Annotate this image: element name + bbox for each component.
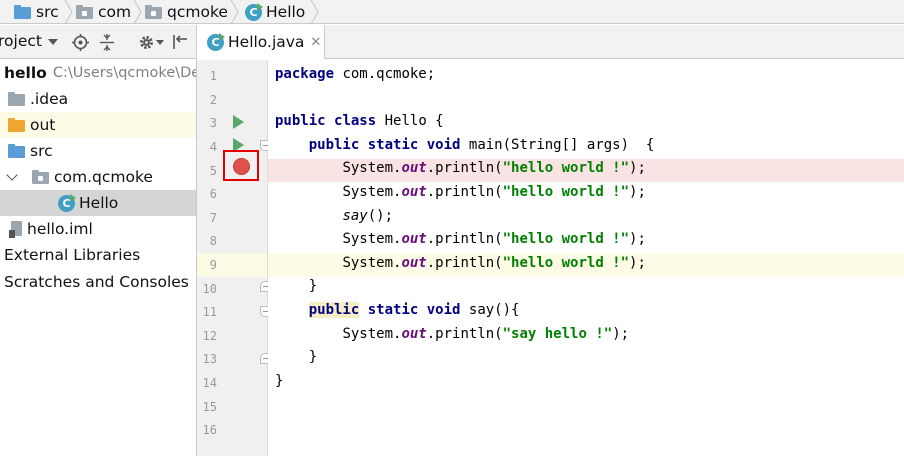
folder-icon xyxy=(14,5,31,19)
expand-chevron-icon[interactable] xyxy=(6,169,18,181)
tree-item-label: com.qcmoke xyxy=(54,168,153,186)
module-file-icon xyxy=(9,220,23,238)
tree-item-out[interactable]: out xyxy=(0,112,196,138)
tree-item-label: hello.iml xyxy=(27,220,93,238)
code-line-12: System.out.println("say hello !"); xyxy=(342,325,630,342)
code-line-14: } xyxy=(275,372,284,389)
line-number: 11 xyxy=(202,305,217,319)
code-line-10: } xyxy=(308,278,318,295)
dropdown-arrow-icon[interactable] xyxy=(48,38,58,46)
breadcrumb-item-com[interactable]: com xyxy=(76,0,131,24)
breadcrumb-label: com xyxy=(98,3,132,21)
line-number: 6 xyxy=(209,187,217,201)
breadcrumb-separator-icon xyxy=(133,0,142,24)
tree-item-label: src xyxy=(30,142,53,160)
hide-panel-button[interactable] xyxy=(170,32,190,52)
package-icon xyxy=(145,5,162,19)
tree-item-root[interactable]: hello C:\Users\qcmoke\De xyxy=(0,60,196,86)
tree-item-path: C:\Users\qcmoke\De xyxy=(52,65,196,81)
breadcrumb-item-hello[interactable]: C Hello xyxy=(245,0,305,24)
tree-item-label: out xyxy=(30,116,56,134)
line-number: 3 xyxy=(209,116,217,130)
line-number: 14 xyxy=(202,376,217,390)
line-number: 8 xyxy=(209,234,217,248)
editor-tab-hello-java[interactable]: C Hello.java ✕ xyxy=(197,25,325,59)
locate-file-button[interactable] xyxy=(70,32,90,52)
line-number: 7 xyxy=(209,211,217,225)
java-class-icon: C xyxy=(245,2,263,21)
folder-icon xyxy=(8,118,25,132)
line-number: 5 xyxy=(209,164,217,178)
breadcrumb-label: qcmoke xyxy=(167,3,228,21)
project-view-selector[interactable]: roject xyxy=(0,32,42,50)
code-line-7: say(); xyxy=(342,207,394,224)
close-tab-icon[interactable]: ✕ xyxy=(310,35,321,50)
code-line-6: System.out.println("hello world !"); xyxy=(342,184,646,200)
project-toolbar: roject xyxy=(0,25,196,59)
tree-item-external-libraries[interactable]: External Libraries xyxy=(0,242,196,268)
line-number: 1 xyxy=(209,69,217,83)
code-line-9: System.out.println("hello world !"); xyxy=(342,254,646,271)
locate-icon xyxy=(71,33,89,51)
line-number: 12 xyxy=(202,329,217,343)
breadcrumb-item-qcmoke[interactable]: qcmoke xyxy=(145,0,228,24)
run-class-icon[interactable] xyxy=(233,115,244,129)
folder-icon xyxy=(8,144,25,158)
tree-item-hello[interactable]: C Hello xyxy=(0,190,196,216)
code-line-4: public static void main(String[] args) { xyxy=(308,136,655,153)
breakpoint-icon[interactable] xyxy=(233,158,250,175)
breadcrumb-item-src[interactable]: src xyxy=(14,0,59,24)
tree-item-com-qcmoke[interactable]: com.qcmoke xyxy=(0,164,196,190)
folder-icon xyxy=(8,92,25,106)
line-number: 2 xyxy=(209,93,217,107)
tree-item-label: hello xyxy=(4,64,47,82)
hide-icon xyxy=(173,35,187,49)
java-class-icon: C xyxy=(58,193,76,212)
code-line-13: } xyxy=(308,349,318,366)
code-editor[interactable]: package com.qcmoke; public class Hello {… xyxy=(268,60,904,456)
project-view-label: roject xyxy=(0,32,42,50)
tree-item-src[interactable]: src xyxy=(0,138,196,164)
collapse-all-button[interactable] xyxy=(97,32,117,52)
code-line-8: System.out.println("hello world !"); xyxy=(342,231,646,248)
line-number: 4 xyxy=(209,140,217,154)
editor-tab-bar: C Hello.java ✕ xyxy=(197,25,904,59)
tree-item-idea[interactable]: .idea xyxy=(0,86,196,112)
line-number: 15 xyxy=(202,400,217,414)
line-number: 10 xyxy=(202,282,217,296)
settings-button[interactable] xyxy=(136,32,156,52)
breadcrumb-separator-icon xyxy=(310,0,319,24)
java-class-icon: C xyxy=(207,32,225,51)
code-line-1: package com.qcmoke; xyxy=(275,66,436,82)
tree-item-label: Hello xyxy=(79,194,119,212)
breakpoint-highlight-box xyxy=(223,150,259,181)
line-number: 16 xyxy=(202,423,217,437)
navigation-breadcrumb-bar: src com qcmoke C Hello xyxy=(0,0,904,24)
breadcrumb-label: Hello xyxy=(266,3,306,21)
tree-item-scratches[interactable]: Scratches and Consoles xyxy=(0,269,196,295)
package-icon xyxy=(76,5,93,19)
line-number: 13 xyxy=(202,352,217,366)
breadcrumb-separator-icon xyxy=(64,0,73,24)
tab-label: Hello.java xyxy=(228,33,305,51)
tree-item-hello-iml[interactable]: hello.iml xyxy=(0,216,196,242)
line-number: 9 xyxy=(209,258,217,272)
settings-icon xyxy=(139,35,153,49)
breadcrumb-separator-icon xyxy=(230,0,239,24)
project-tree: hello C:\Users\qcmoke\De .idea out src c… xyxy=(0,60,196,456)
tree-item-label: Scratches and Consoles xyxy=(4,273,189,291)
breadcrumb-label: src xyxy=(36,3,59,21)
code-line-3: public class Hello { xyxy=(275,113,444,130)
editor-gutter[interactable]: 1 2 3 4 5 6 7 8 9 10 11 12 13 14 15 16 xyxy=(197,60,271,456)
tree-item-label: External Libraries xyxy=(4,246,141,264)
code-line-5: System.out.println("hello world !"); xyxy=(342,160,646,177)
settings-dropdown-icon[interactable] xyxy=(156,40,164,46)
tree-item-label: .idea xyxy=(30,90,69,108)
collapse-all-icon xyxy=(100,33,114,51)
package-icon xyxy=(32,170,49,184)
code-line-11: public static void say(){ xyxy=(308,302,520,318)
